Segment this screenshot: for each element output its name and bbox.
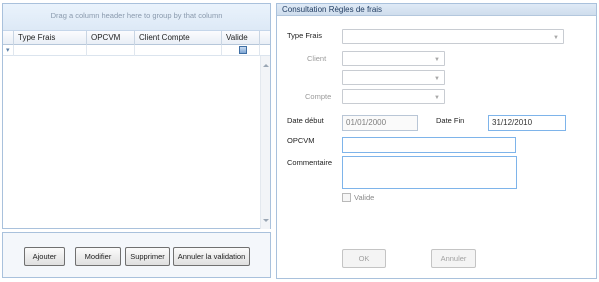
ok-button[interactable]: OK: [342, 249, 386, 268]
client-combobox[interactable]: ▼: [342, 51, 445, 66]
valide-checkbox[interactable]: [342, 193, 351, 202]
compte-label: Compte: [305, 92, 332, 101]
commentaire-label: Commentaire: [287, 158, 333, 167]
filter-cell-type-frais[interactable]: [14, 45, 87, 56]
filter-icon: ▾: [6, 47, 10, 54]
chevron-down-icon: ▼: [434, 95, 440, 101]
client-secondary-combobox[interactable]: ▼: [342, 70, 445, 85]
row-indicator-header: [3, 31, 14, 45]
rules-grid[interactable]: Drag a column header here to group by th…: [2, 3, 271, 229]
chevron-down-icon: ▼: [553, 35, 559, 41]
commentaire-textarea[interactable]: [342, 156, 517, 189]
date-debut-field[interactable]: 01/01/2000: [342, 115, 418, 131]
date-fin-field[interactable]: 31/12/2010: [488, 115, 566, 131]
grid-button-bar: Ajouter Modifier Supprimer Annuler la va…: [2, 232, 271, 278]
filter-cell-client-compte[interactable]: [135, 45, 222, 56]
modifier-button[interactable]: Modifier: [75, 247, 121, 266]
date-debut-label: Date début: [287, 116, 324, 125]
grid-header: Type Frais OPCVM Client Compte Valide: [3, 31, 270, 45]
ajouter-button[interactable]: Ajouter: [24, 247, 65, 266]
filter-checkbox-icon[interactable]: [239, 46, 247, 54]
type-frais-combobox[interactable]: ▼: [342, 29, 564, 44]
chevron-down-icon: ▼: [434, 57, 440, 63]
column-header-opcvm[interactable]: OPCVM: [87, 31, 135, 45]
grid-vertical-scrollbar[interactable]: [260, 56, 270, 229]
date-debut-value: 01/01/2000: [346, 118, 387, 127]
chevron-down-icon: ▼: [434, 76, 440, 82]
scroll-down-icon[interactable]: [263, 219, 269, 222]
date-fin-value: 31/12/2010: [492, 118, 533, 127]
scroll-up-icon[interactable]: [263, 64, 269, 67]
filter-indicator-cell: ▾: [3, 45, 14, 56]
column-header-type-frais[interactable]: Type Frais: [14, 31, 87, 45]
valide-label: Valide: [354, 193, 375, 202]
type-frais-label: Type Frais: [287, 31, 323, 40]
consultation-panel: Consultation Règles de frais Type Frais …: [276, 3, 597, 279]
date-fin-label: Date Fin: [436, 116, 465, 125]
client-label: Client: [307, 54, 327, 63]
opcvm-input[interactable]: [342, 137, 516, 153]
grid-filter-row: ▾: [3, 45, 270, 56]
compte-combobox[interactable]: ▼: [342, 89, 445, 104]
annuler-button[interactable]: Annuler: [431, 249, 476, 268]
group-by-area[interactable]: Drag a column header here to group by th…: [3, 4, 270, 31]
annuler-validation-button[interactable]: Annuler la validation: [173, 247, 250, 266]
panel-title: Consultation Règles de frais: [277, 4, 596, 16]
opcvm-label: OPCVM: [287, 136, 315, 145]
column-header-client-compte[interactable]: Client Compte: [135, 31, 222, 45]
supprimer-button[interactable]: Supprimer: [125, 247, 170, 266]
filter-cell-opcvm[interactable]: [87, 45, 135, 56]
column-header-valide[interactable]: Valide: [222, 31, 260, 45]
